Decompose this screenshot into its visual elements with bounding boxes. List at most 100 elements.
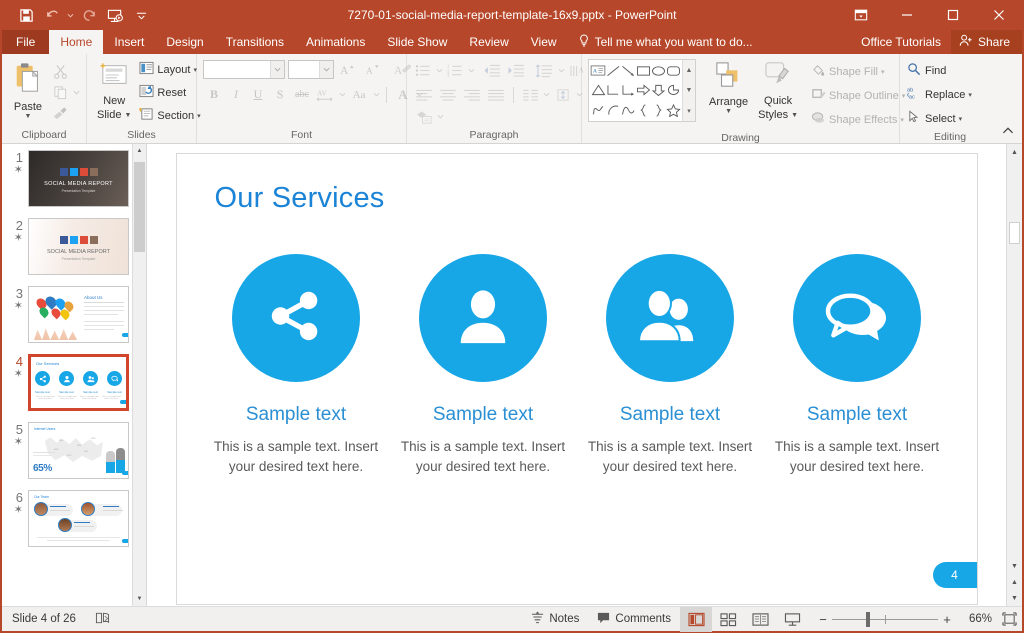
font-name-combo[interactable] (203, 60, 285, 79)
quick-styles-caret-icon[interactable]: ▼ (791, 112, 798, 119)
tell-me-search[interactable]: Tell me what you want to do... (568, 30, 763, 54)
character-spacing-caret-icon[interactable] (337, 84, 347, 105)
new-slide-caret-icon[interactable]: ▼ (124, 112, 131, 119)
increase-font-size-button[interactable]: A (337, 59, 359, 80)
shapes-gallery-scrollbar[interactable]: ▲ ▼ ▾ (682, 60, 695, 121)
change-case-caret-icon[interactable] (371, 84, 381, 105)
replace-caret-icon[interactable]: ▾ (968, 92, 972, 99)
slide-canvas[interactable]: Our Services Sample text This is a sampl… (176, 154, 977, 604)
service-card-body-1[interactable]: This is a sample text. Insert your desir… (213, 437, 379, 476)
thumbnail-slide-4[interactable]: 4 ✶ Our Services Sample text Sample text… (2, 354, 146, 422)
notes-button[interactable]: Notes (522, 607, 588, 632)
select-button[interactable]: Select ▾ (904, 108, 975, 130)
undo-dropdown-icon[interactable] (66, 4, 75, 26)
shape-effects-button[interactable]: Shape Effects ▾ (808, 109, 908, 131)
slide-vertical-scrollbar[interactable]: ▲ ▼ ▲ ▼ (1006, 144, 1022, 606)
shapes-scroll-up-icon[interactable]: ▲ (683, 60, 695, 80)
service-card-title-2[interactable]: Sample text (433, 404, 533, 426)
service-card-body-4[interactable]: This is a sample text. Insert your desir… (774, 437, 940, 476)
thumbnail-slide-5[interactable]: 5 ✶ Internet Users 38% 24% 19% 42% 11% 2… (2, 422, 146, 490)
replace-button[interactable]: ab ac Replace ▾ (904, 84, 975, 106)
office-tutorials-link[interactable]: Office Tutorials (851, 35, 951, 49)
shape-elbow-connector[interactable] (606, 81, 621, 101)
italic-button[interactable]: I (225, 84, 247, 105)
shape-fill-caret-icon[interactable]: ▾ (881, 69, 885, 76)
align-left-button[interactable] (412, 84, 436, 105)
reading-view-button[interactable] (744, 607, 776, 632)
copy-button[interactable] (49, 82, 71, 103)
share-button[interactable]: Share (950, 30, 1022, 54)
tab-review[interactable]: Review (458, 30, 519, 54)
service-card-2[interactable]: Sample text This is a sample text. Inser… (390, 254, 577, 476)
service-card-title-3[interactable]: Sample text (620, 404, 720, 426)
font-size-combo[interactable] (288, 60, 334, 79)
shape-left-brace[interactable] (636, 100, 651, 120)
comments-button[interactable]: Comments (588, 607, 680, 632)
maximize-icon[interactable] (930, 0, 976, 30)
shape-curve[interactable] (621, 100, 636, 120)
convert-to-smartart-button[interactable] (412, 106, 436, 127)
thumbnail-slide-3[interactable]: 3 ✶ About Us (2, 286, 146, 354)
shape-oval[interactable] (651, 61, 666, 81)
start-presentation-icon[interactable] (103, 4, 127, 26)
tab-view[interactable]: View (520, 30, 568, 54)
slide-show-view-button[interactable] (776, 607, 808, 632)
slide-title[interactable]: Our Services (215, 182, 385, 215)
ribbon-display-options-icon[interactable] (838, 0, 884, 30)
service-icon-circle-3[interactable] (606, 254, 734, 382)
quick-styles-button[interactable]: Quick Styles ▼ (753, 59, 803, 123)
tab-file[interactable]: File (2, 30, 50, 54)
align-right-button[interactable] (460, 84, 484, 105)
thumbnail-scroll-down-icon[interactable]: ▼ (133, 592, 146, 606)
shapes-gallery[interactable]: A ▲ ▼ ▾ (588, 59, 696, 122)
minimize-icon[interactable] (884, 0, 930, 30)
shape-scribble[interactable] (590, 100, 606, 120)
format-painter-button[interactable] (49, 103, 71, 124)
service-icon-circle-1[interactable] (232, 254, 360, 382)
strikethrough-button[interactable]: abc (291, 84, 313, 105)
thumbnail-scroll-handle[interactable] (134, 162, 145, 252)
justify-button[interactable] (484, 84, 508, 105)
scroll-track[interactable] (1007, 160, 1022, 558)
decrease-indent-button[interactable] (480, 60, 504, 81)
zoom-slider-handle[interactable] (866, 611, 870, 627)
zoom-slider[interactable] (832, 607, 938, 632)
thumbnail-scroll-up-icon[interactable]: ▲ (133, 144, 146, 158)
next-slide-icon[interactable]: ▼ (1007, 590, 1022, 606)
arrange-button[interactable]: Arrange ▼ (704, 59, 753, 117)
shape-right-arrow[interactable] (636, 81, 651, 101)
bold-button[interactable]: B (203, 84, 225, 105)
redo-icon[interactable] (77, 4, 101, 26)
collapse-ribbon-icon[interactable] (998, 124, 1018, 141)
thumbnail-scroll-track[interactable] (133, 158, 146, 592)
service-card-body-2[interactable]: This is a sample text. Insert your desir… (400, 437, 566, 476)
line-spacing-caret-icon[interactable] (556, 60, 566, 81)
tab-animations[interactable]: Animations (295, 30, 376, 54)
numbering-button[interactable]: 123 (444, 60, 466, 81)
zoom-level-label[interactable]: 66% (962, 613, 996, 625)
service-card-title-4[interactable]: Sample text (807, 404, 907, 426)
shape-fill-button[interactable]: Shape Fill ▾ (808, 61, 908, 83)
thumbnail-image-1[interactable]: SOCIAL MEDIA REPORT Presentation Templat… (28, 150, 129, 207)
underline-button[interactable]: U (247, 84, 269, 105)
bullets-caret-icon[interactable] (434, 60, 444, 81)
center-button[interactable] (436, 84, 460, 105)
shape-outline-button[interactable]: Shape Outline ▾ (808, 85, 908, 107)
scroll-handle[interactable] (1009, 222, 1020, 244)
shape-textbox[interactable]: A (590, 61, 606, 81)
change-case-button[interactable]: Aa (347, 84, 371, 105)
shape-rounded-rectangle[interactable] (666, 61, 681, 81)
section-button[interactable]: Section ▾ (136, 105, 203, 127)
tab-home[interactable]: Home (49, 30, 104, 54)
columns-button[interactable] (519, 84, 541, 105)
tab-design[interactable]: Design (155, 30, 214, 54)
thumbnail-image-4[interactable]: Our Services Sample text Sample text Sam… (28, 354, 129, 411)
increase-indent-button[interactable] (504, 60, 528, 81)
shape-triangle[interactable] (590, 81, 606, 101)
shape-arc[interactable] (606, 100, 621, 120)
shape-line[interactable] (606, 61, 621, 81)
shape-right-brace[interactable] (651, 100, 666, 120)
reset-button[interactable]: Reset (136, 82, 203, 104)
bullets-button[interactable] (412, 60, 434, 81)
shape-arrow[interactable] (621, 61, 636, 81)
